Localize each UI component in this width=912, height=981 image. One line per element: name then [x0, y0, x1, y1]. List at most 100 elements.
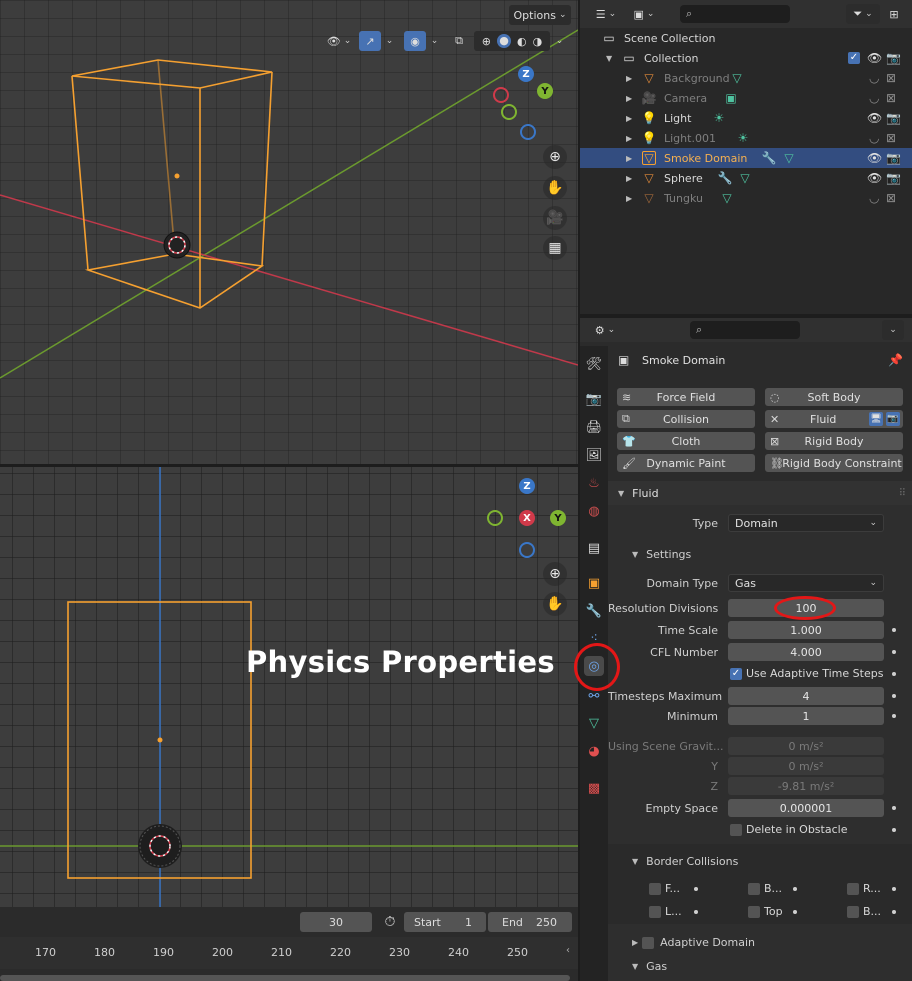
- solid-shading-icon[interactable]: ●: [497, 34, 511, 48]
- gizmo-neg-y-axis[interactable]: [501, 104, 517, 120]
- outliner[interactable]: ☰ ⌄ ▣ ⌄ ⌕ ⏷ ⌄ ⊞ ▭ Scene Collection ▼ ▭ Coll…: [580, 0, 912, 314]
- rigid-body-button[interactable]: ⊠ Rigid Body: [765, 432, 903, 450]
- camera-disabled-icon[interactable]: ⊠: [886, 191, 896, 205]
- camera-render-icon[interactable]: 📷: [886, 51, 901, 65]
- display-mode-button[interactable]: ▣ ⌄: [628, 4, 660, 24]
- editor-type-button[interactable]: ☰ ⌄: [590, 4, 622, 24]
- zoom-icon[interactable]: ⊕: [543, 145, 567, 169]
- properties-search-input[interactable]: ⌕: [690, 321, 800, 339]
- empty-space-field[interactable]: 0.000001: [728, 799, 884, 817]
- eye-closed-icon[interactable]: ◡: [869, 131, 879, 145]
- expand-arrow-icon[interactable]: ▶: [626, 154, 632, 163]
- minimum-field[interactable]: 1: [728, 707, 884, 725]
- expand-arrow-icon[interactable]: ▶: [626, 74, 632, 83]
- shading-dropdown[interactable]: ⌄: [552, 31, 564, 51]
- camera-render-icon[interactable]: 📷: [886, 111, 901, 125]
- adaptive-domain-header[interactable]: ▶ Adaptive Domain: [632, 936, 755, 949]
- gizmo-neg-y-axis[interactable]: [487, 510, 503, 526]
- properties-editor[interactable]: ⚙ ⌄ ⌕ ⌄ 🛠 📷 🖨 🖼 ♨ ◍ ▤ ▣ 🔧 ⁖ ◎ ⚯ ▽ ◕ ▩ ▣ S…: [580, 318, 912, 981]
- outliner-item-sphere[interactable]: ▶ ▽ Sphere 🔧 ▽ 👁 📷: [580, 168, 912, 188]
- gas-subpanel-header[interactable]: ▼ Gas: [632, 960, 667, 973]
- adaptive-domain-checkbox[interactable]: [642, 936, 655, 949]
- border-right-checkbox[interactable]: [847, 883, 859, 895]
- eye-icon[interactable]: 👁: [867, 51, 882, 65]
- expand-arrow-icon[interactable]: ▶: [626, 94, 632, 103]
- scene-collection-row[interactable]: ▭ Scene Collection: [580, 28, 912, 48]
- output-tab-icon[interactable]: 🖨: [584, 417, 604, 437]
- render-tab-icon[interactable]: 📷: [584, 389, 604, 409]
- keyframe-dot[interactable]: [694, 910, 698, 914]
- overlay-dropdown[interactable]: ⌄: [427, 31, 439, 51]
- gizmo-y-axis[interactable]: Y: [550, 510, 566, 526]
- scene-tab-icon[interactable]: ♨: [584, 473, 604, 493]
- collection-row[interactable]: ▼ ▭ Collection ✓ 👁 📷: [580, 48, 912, 68]
- gizmo-z-axis[interactable]: Z: [518, 66, 534, 82]
- camera-disabled-icon[interactable]: ⊠: [886, 131, 896, 145]
- keyframe-dot[interactable]: [892, 828, 896, 832]
- keyframe-dot[interactable]: [892, 910, 896, 914]
- modifier-tab-icon[interactable]: 🔧: [584, 601, 604, 621]
- start-frame-field[interactable]: Start 1: [404, 912, 486, 932]
- new-collection-button[interactable]: ⊞: [884, 4, 904, 24]
- adaptive-time-steps-checkbox[interactable]: ✓: [730, 668, 742, 680]
- delete-in-obstacle-checkbox[interactable]: [730, 824, 742, 836]
- object-tab-icon[interactable]: ▣: [584, 573, 604, 593]
- material-shading-icon[interactable]: ◐: [517, 35, 527, 48]
- outliner-item-tungku[interactable]: ▶ ▽ Tungku ▽ ◡ ⊠: [580, 188, 912, 208]
- border-top-checkbox[interactable]: [748, 906, 760, 918]
- eye-icon[interactable]: 👁: [867, 171, 882, 185]
- overlay-toggle[interactable]: ◉: [404, 31, 426, 51]
- expand-arrow-icon[interactable]: ▶: [626, 114, 632, 123]
- world-tab-icon[interactable]: ◍: [584, 501, 604, 521]
- time-scale-field[interactable]: 1.000: [728, 621, 884, 639]
- collection-tab-icon[interactable]: ▤: [584, 538, 604, 558]
- zoom-icon[interactable]: ⊕: [543, 562, 567, 586]
- type-select[interactable]: Domain ⌄: [728, 514, 884, 532]
- border-back-checkbox[interactable]: [748, 883, 760, 895]
- end-frame-field[interactable]: End 250: [488, 912, 572, 932]
- expand-arrow-icon[interactable]: ▶: [626, 174, 632, 183]
- drag-handle-icon[interactable]: ⠿: [899, 488, 906, 499]
- eye-closed-icon[interactable]: ◡: [869, 91, 879, 105]
- outliner-item-background[interactable]: ▶ ▽ Background ▽ ◡ ⊠: [580, 68, 912, 88]
- force-field-button[interactable]: ≋ Force Field: [617, 388, 755, 406]
- camera-render-icon[interactable]: 📷: [886, 171, 901, 185]
- gizmo-neg-x-axis[interactable]: [493, 87, 509, 103]
- gizmo-z-axis[interactable]: Z: [519, 478, 535, 494]
- render-camera-icon[interactable]: 📷: [886, 412, 900, 426]
- expand-arrow-icon[interactable]: ▼: [606, 54, 612, 63]
- collision-button[interactable]: ⧉ Collision: [617, 410, 755, 428]
- soft-body-button[interactable]: ◌ Soft Body: [765, 388, 903, 406]
- fluid-button[interactable]: ✕ Fluid 🖥 📷: [765, 410, 903, 428]
- eye-closed-icon[interactable]: ◡: [869, 71, 879, 85]
- border-collisions-header[interactable]: ▼ Border Collisions: [632, 855, 738, 868]
- keyframe-dot[interactable]: [892, 694, 896, 698]
- collection-checkbox[interactable]: ✓: [848, 52, 860, 64]
- keyframe-dot[interactable]: [892, 714, 896, 718]
- outliner-search-input[interactable]: ⌕: [680, 5, 790, 23]
- expand-arrow-icon[interactable]: ▶: [626, 194, 632, 203]
- outliner-item-camera[interactable]: ▶ 🎥 Camera ▣ ◡ ⊠: [580, 88, 912, 108]
- gizmo-neg-z-axis[interactable]: [520, 124, 536, 140]
- timeline-scrollbar[interactable]: [0, 975, 570, 981]
- frame-ruler[interactable]: 170 180 190 200 210 220 230 240 250 ‹: [0, 937, 578, 969]
- options-button[interactable]: Options ⌄: [509, 5, 571, 25]
- keyframe-dot[interactable]: [892, 650, 896, 654]
- gizmo-x-axis[interactable]: X: [519, 510, 535, 526]
- keyframe-dot[interactable]: [793, 910, 797, 914]
- gizmo-y-axis[interactable]: Y: [537, 83, 553, 99]
- gizmo-toggle[interactable]: ↗: [359, 31, 381, 51]
- border-left-checkbox[interactable]: [649, 906, 661, 918]
- pan-hand-icon[interactable]: ✋: [543, 592, 567, 616]
- border-bottom-checkbox[interactable]: [847, 906, 859, 918]
- keyframe-dot[interactable]: [892, 628, 896, 632]
- texture-tab-icon[interactable]: ▩: [584, 778, 604, 798]
- keyframe-dot[interactable]: [892, 887, 896, 891]
- keyframe-dot[interactable]: [892, 806, 896, 810]
- outliner-item-light-001[interactable]: ▶ 💡 Light.001 ☀ ◡ ⊠: [580, 128, 912, 148]
- rigid-body-constraint-button[interactable]: ⛓ Rigid Body Constraint: [765, 454, 903, 472]
- keyframe-dot[interactable]: [694, 887, 698, 891]
- eye-icon[interactable]: 👁: [867, 151, 882, 165]
- camera-render-icon[interactable]: 📷: [886, 151, 901, 165]
- outliner-item-light[interactable]: ▶ 💡 Light ☀ 👁 📷: [580, 108, 912, 128]
